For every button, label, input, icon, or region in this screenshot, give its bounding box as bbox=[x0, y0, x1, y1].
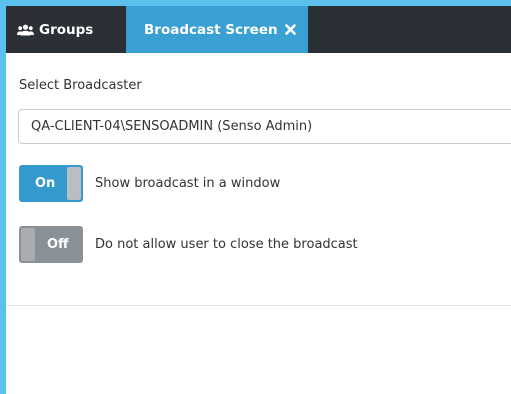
toggle-state-text: On bbox=[35, 175, 56, 191]
tab-broadcast-screen[interactable]: Broadcast Screen bbox=[126, 6, 308, 53]
show-in-window-toggle[interactable]: On bbox=[19, 164, 83, 202]
disallow-close-toggle[interactable]: Off bbox=[19, 225, 83, 263]
broadcast-panel: Select Broadcaster QA-CLIENT-04\SENSOADM… bbox=[6, 53, 511, 394]
toggle-knob bbox=[21, 227, 35, 261]
show-in-window-label: Show broadcast in a window bbox=[95, 175, 281, 191]
toggle-knob bbox=[67, 166, 81, 200]
tab-groups-label: Groups bbox=[39, 21, 94, 38]
tab-broadcast-screen-label: Broadcast Screen bbox=[144, 21, 278, 38]
section-divider bbox=[6, 305, 511, 306]
select-broadcaster-label: Select Broadcaster bbox=[19, 78, 142, 93]
users-icon bbox=[17, 24, 34, 36]
tab-bar: Groups Broadcast Screen bbox=[6, 6, 511, 53]
show-in-window-row: On Show broadcast in a window bbox=[19, 164, 281, 202]
tab-groups[interactable]: Groups bbox=[6, 6, 126, 53]
close-icon[interactable] bbox=[284, 24, 296, 35]
broadcaster-select[interactable]: QA-CLIENT-04\SENSOADMIN (Senso Admin) bbox=[18, 109, 511, 144]
toggle-state-text: Off bbox=[47, 236, 69, 252]
broadcaster-select-value: QA-CLIENT-04\SENSOADMIN (Senso Admin) bbox=[31, 119, 313, 134]
disallow-close-label: Do not allow user to close the broadcast bbox=[95, 236, 358, 252]
disallow-close-row: Off Do not allow user to close the broad… bbox=[19, 225, 358, 263]
